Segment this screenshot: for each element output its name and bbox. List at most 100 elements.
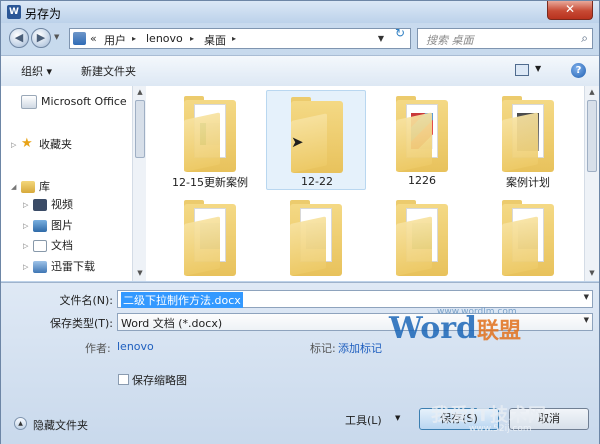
tags-label: 标记: xyxy=(310,342,336,355)
save-thumbnail-label[interactable]: 保存缩略图 xyxy=(132,372,187,388)
save-options-panel: 文件名(N): 二级下拉制作方法.docx ▼ 保存类型(T): Word 文档… xyxy=(1,282,599,444)
library-icon xyxy=(21,181,35,193)
folder-item[interactable]: 案例计划 xyxy=(478,90,578,190)
search-box[interactable]: 搜索 桌面 ⌕ xyxy=(417,28,593,49)
site-watermark-url: www.52ij.com xyxy=(469,424,532,434)
file-list: 12-15更新案例 ➤ 12-22 1226 案例计划 xyxy=(146,86,599,281)
search-input[interactable]: 搜索 桌面 xyxy=(426,32,474,48)
folder-item[interactable] xyxy=(160,194,260,281)
expand-arrow-icon[interactable]: ▷ xyxy=(23,201,33,209)
scroll-up-icon[interactable]: ▲ xyxy=(135,88,145,96)
author-value[interactable]: lenovo xyxy=(117,340,154,353)
tags-value[interactable]: 添加标记 xyxy=(338,340,382,356)
nav-item-favorites[interactable]: ▷ ★ 收藏夹 xyxy=(11,136,72,154)
folder-icon xyxy=(502,216,538,276)
filename-input[interactable]: 二级下拉制作方法.docx xyxy=(121,292,243,308)
hide-folders-chevron-icon[interactable]: ▲ xyxy=(14,417,27,430)
folder-icon xyxy=(396,216,432,276)
nav-item-videos[interactable]: ▷ 视频 xyxy=(23,196,73,214)
breadcrumb-users[interactable]: 用户 xyxy=(104,32,126,48)
help-icon[interactable]: ? xyxy=(571,63,586,78)
tools-menu[interactable]: 工具(L) xyxy=(345,412,382,428)
thunder-icon xyxy=(33,261,47,273)
nav-scroll-thumb[interactable] xyxy=(135,100,145,158)
filename-dropdown-icon[interactable]: ▼ xyxy=(584,293,589,301)
folder-item[interactable]: 1226 xyxy=(372,90,472,190)
navigation-pane: Microsoft Office ▷ ★ 收藏夹 ◢ 库 ▷ 视频 ▷ 图片 ▷ 文档 ▷ 迅… xyxy=(1,86,146,281)
document-icon xyxy=(33,240,47,252)
scroll-up-icon[interactable]: ▲ xyxy=(587,88,597,96)
filename-field[interactable]: 二级下拉制作方法.docx ▼ xyxy=(117,290,593,308)
folder-icon xyxy=(396,112,432,172)
tools-dropdown-icon[interactable]: ▼ xyxy=(395,414,400,422)
view-options-icon[interactable] xyxy=(515,64,529,76)
breadcrumb-overflow[interactable]: « xyxy=(90,32,97,45)
video-icon xyxy=(33,199,47,211)
folder-icon xyxy=(184,216,220,276)
address-row: ◀ ▶ ▼ « 用户 ▸ lenovo ▸ 桌面 ▸ ▼ ↻ 搜索 桌面 ⌕ xyxy=(1,23,599,55)
file-list-scroll-thumb[interactable] xyxy=(587,100,597,172)
office-icon xyxy=(21,95,37,109)
forward-button[interactable]: ▶ xyxy=(31,28,51,48)
scroll-down-icon[interactable]: ▼ xyxy=(587,269,597,277)
expand-arrow-icon[interactable]: ▷ xyxy=(23,263,33,271)
hide-folders-button[interactable]: 隐藏文件夹 xyxy=(33,417,88,433)
organize-menu[interactable]: 组织 ▾ xyxy=(21,63,52,79)
file-list-scrollbar[interactable]: ▲ ▼ xyxy=(584,86,599,281)
filetype-value: Word 文档 (*.docx) xyxy=(121,317,223,330)
new-folder-button[interactable]: 新建文件夹 xyxy=(81,63,136,79)
mouse-cursor-icon: ➤ xyxy=(291,133,304,151)
title-bar: W 另存为 ✕ xyxy=(1,1,599,23)
save-thumbnail-checkbox[interactable] xyxy=(118,374,129,385)
expand-arrow-icon[interactable]: ▷ xyxy=(23,242,33,250)
breadcrumb-lenovo[interactable]: lenovo xyxy=(146,32,183,45)
folder-name: 12-15更新案例 xyxy=(172,176,248,189)
close-button[interactable]: ✕ xyxy=(547,1,593,20)
breadcrumb-separator-icon[interactable]: ▸ xyxy=(132,34,136,43)
folder-item[interactable]: 12-15更新案例 xyxy=(160,90,260,190)
nav-item-microsoft-office[interactable]: Microsoft Office xyxy=(11,95,127,113)
nav-item-documents[interactable]: ▷ 文档 xyxy=(23,237,73,255)
folder-name: 1226 xyxy=(408,174,436,187)
location-icon xyxy=(73,32,86,45)
back-button[interactable]: ◀ xyxy=(9,28,29,48)
folder-name: 案例计划 xyxy=(506,176,550,189)
view-dropdown-icon[interactable]: ▼ xyxy=(535,64,541,73)
breadcrumb-separator-icon[interactable]: ▸ xyxy=(232,34,236,43)
address-dropdown-icon[interactable]: ▼ xyxy=(374,31,388,46)
expand-arrow-icon[interactable]: ▷ xyxy=(11,141,21,149)
nav-item-libraries[interactable]: ◢ 库 xyxy=(11,178,50,196)
filetype-dropdown-icon[interactable]: ▼ xyxy=(584,316,589,324)
search-icon[interactable]: ⌕ xyxy=(581,31,588,46)
word-app-icon: W xyxy=(7,5,21,19)
command-toolbar: 组织 ▾ 新建文件夹 ▼ ? xyxy=(1,55,599,87)
nav-scrollbar[interactable]: ▲ ▼ xyxy=(132,86,146,281)
save-as-dialog: W 另存为 ✕ ◀ ▶ ▼ « 用户 ▸ lenovo ▸ 桌面 ▸ ▼ ↻ 搜… xyxy=(0,0,600,444)
folder-item[interactable] xyxy=(372,194,472,281)
filetype-label: 保存类型(T): xyxy=(49,317,113,330)
folder-icon xyxy=(502,112,538,172)
folder-item-selected[interactable]: ➤ 12-22 xyxy=(266,90,366,190)
folder-name: 12-22 xyxy=(301,175,333,188)
filename-label: 文件名(N): xyxy=(59,294,113,307)
folder-icon xyxy=(290,216,326,276)
nav-item-thunder-downloads[interactable]: ▷ 迅雷下载 xyxy=(23,258,95,276)
folder-icon xyxy=(184,112,220,172)
star-icon: ★ xyxy=(21,136,33,151)
nav-item-pictures[interactable]: ▷ 图片 xyxy=(23,217,73,235)
breadcrumb-separator-icon[interactable]: ▸ xyxy=(190,34,194,43)
filetype-select[interactable]: Word 文档 (*.docx) ▼ xyxy=(117,313,593,331)
window-title: 另存为 xyxy=(25,7,62,21)
folder-item[interactable] xyxy=(266,194,366,281)
picture-icon xyxy=(33,220,47,232)
address-bar[interactable]: « 用户 ▸ lenovo ▸ 桌面 ▸ ▼ xyxy=(69,28,411,49)
refresh-icon[interactable]: ↻ xyxy=(391,26,409,40)
collapse-arrow-icon[interactable]: ◢ xyxy=(11,183,21,191)
author-label: 作者: xyxy=(85,342,111,355)
folder-item[interactable] xyxy=(478,194,578,281)
breadcrumb-desktop[interactable]: 桌面 xyxy=(204,32,226,48)
brand-watermark: Word联盟 xyxy=(389,311,522,346)
recent-pages-dropdown[interactable]: ▼ xyxy=(54,33,59,41)
scroll-down-icon[interactable]: ▼ xyxy=(135,269,145,277)
expand-arrow-icon[interactable]: ▷ xyxy=(23,222,33,230)
